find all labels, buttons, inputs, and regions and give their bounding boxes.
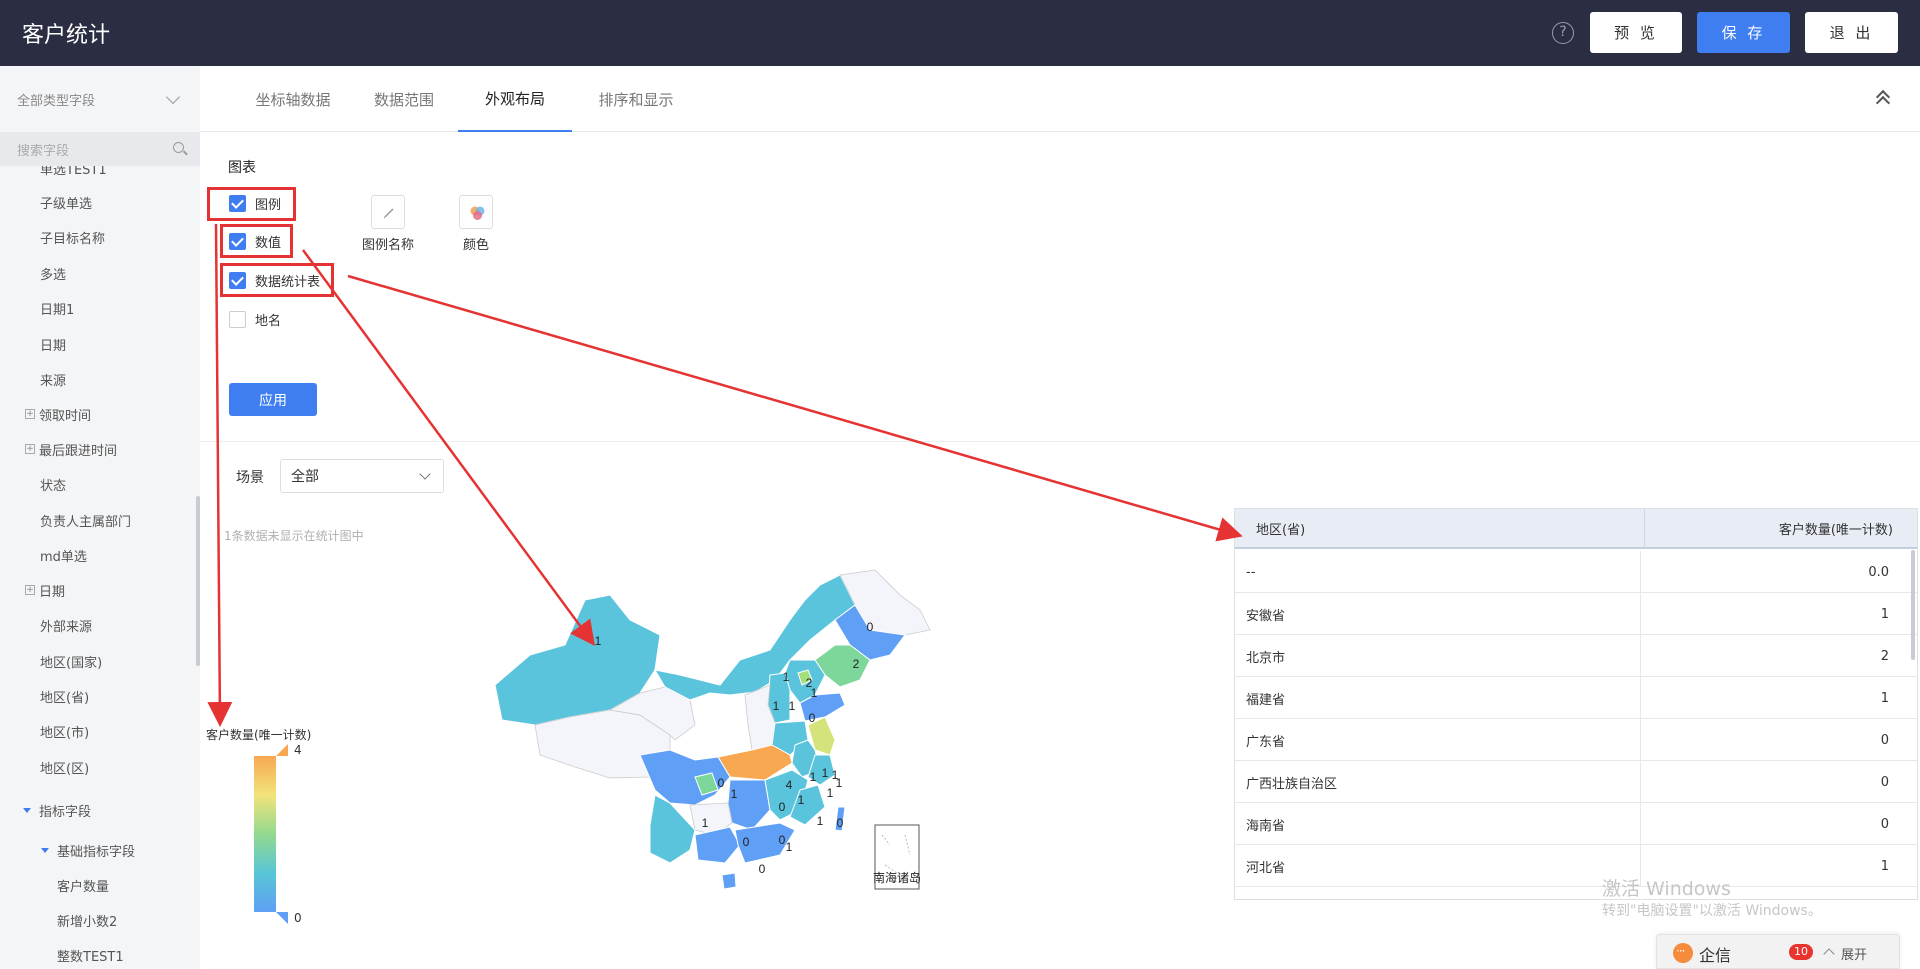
activation-watermark-text: 转到"电脑设置"以激活 Windows。 [1602, 903, 1822, 919]
annotation-arrow [207, 223, 233, 727]
chat-expand-button[interactable]: 展开 [1841, 944, 1867, 963]
annotation-arrow [347, 274, 1243, 542]
activation-watermark-title: 激活 Windows [1602, 878, 1731, 900]
unread-count-badge: 10 [1789, 944, 1813, 960]
chat-bubble-icon [1673, 943, 1693, 963]
annotation-arrow [301, 249, 595, 647]
chevron-up-icon [1823, 948, 1835, 960]
chat-name: 企信 [1699, 946, 1732, 965]
annotation-arrows [207, 223, 1243, 727]
chat-widget[interactable]: 企信 10 展开 [1656, 934, 1900, 969]
